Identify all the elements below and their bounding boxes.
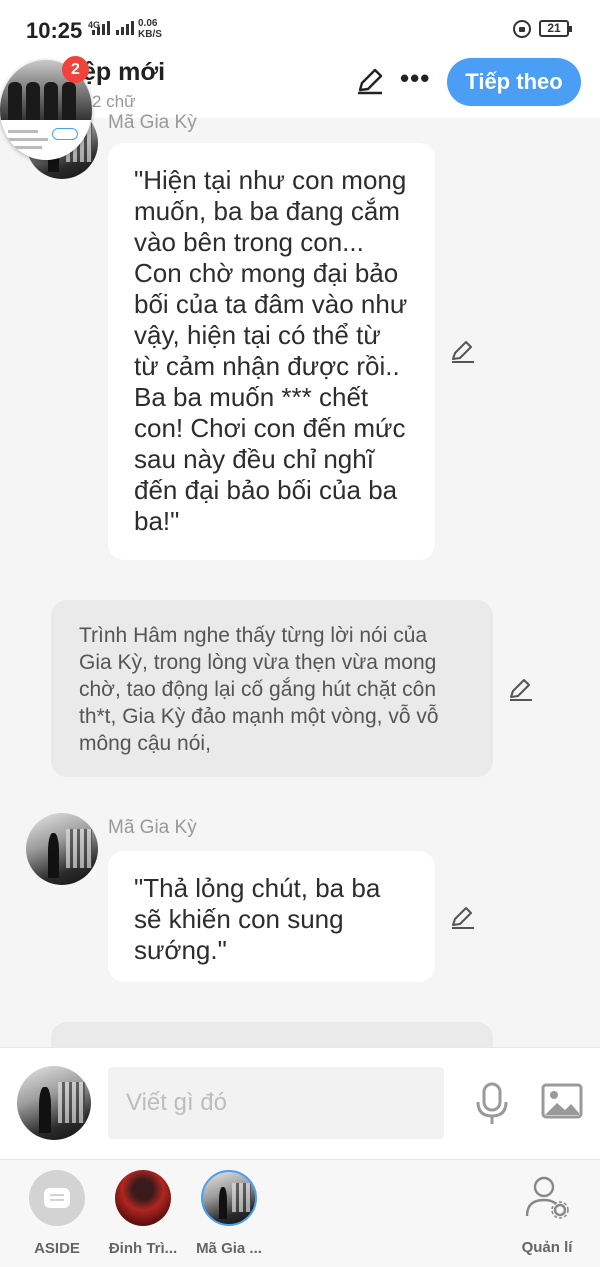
- microphone-icon[interactable]: [474, 1082, 510, 1126]
- signal-icon: [92, 21, 110, 35]
- next-button[interactable]: Tiếp theo: [447, 58, 581, 106]
- notification-badge: 2: [62, 56, 89, 83]
- aside-icon: [29, 1170, 85, 1226]
- nav-label: Đinh Trì...: [108, 1240, 178, 1257]
- rotation-lock-icon: [513, 20, 531, 38]
- character-name: Mã Gia Kỳ: [108, 112, 197, 133]
- edit-narration-icon[interactable]: [508, 676, 534, 702]
- more-icon[interactable]: •••: [400, 65, 430, 91]
- nav-label: ASIDE: [34, 1240, 80, 1257]
- signal-icon-2: [116, 21, 134, 35]
- character-nav: ASIDE Đinh Trì... Mã Gia ... Quản lí: [0, 1159, 600, 1267]
- current-character-avatar[interactable]: [17, 1066, 91, 1140]
- nav-item-dinh-trinh[interactable]: Đinh Trì...: [93, 1170, 193, 1257]
- image-icon[interactable]: [541, 1083, 583, 1119]
- manage-user-icon: [525, 1176, 569, 1219]
- nav-item-ma-gia-ky[interactable]: Mã Gia ...: [179, 1170, 279, 1257]
- status-bar: 10:25 4G 0.06 KB/S 21: [0, 0, 600, 56]
- character-name: Mã Gia Kỳ: [108, 817, 197, 838]
- network-speed: 0.06 KB/S: [138, 18, 162, 40]
- edit-icon[interactable]: [355, 66, 385, 96]
- status-time: 10:25: [26, 18, 83, 43]
- input-bar: [0, 1047, 600, 1159]
- word-count: 2 chữ: [92, 92, 136, 111]
- message-bubble[interactable]: "Hiện tại như con mong muốn, ba ba đang …: [108, 143, 435, 560]
- message-bubble[interactable]: "Thả lỏng chút, ba ba sẽ khiến con sung …: [108, 851, 435, 982]
- edit-message-icon[interactable]: [450, 904, 476, 930]
- preview-card: [0, 120, 92, 160]
- character-avatar: [115, 1170, 171, 1226]
- nav-item-aside[interactable]: ASIDE: [7, 1170, 107, 1257]
- nav-item-manage[interactable]: Quản lí: [497, 1170, 597, 1256]
- narration-bubble[interactable]: Trình Hâm nghe thấy từng lời nói của Gia…: [51, 600, 493, 777]
- message-input[interactable]: [108, 1067, 444, 1139]
- nav-label: Quản lí: [521, 1239, 573, 1256]
- nav-label: Mã Gia ...: [196, 1240, 262, 1257]
- page-title: ệp mới: [82, 58, 166, 86]
- battery-icon: 21: [539, 20, 572, 37]
- character-avatar: [201, 1170, 257, 1226]
- edit-message-icon[interactable]: [450, 338, 476, 364]
- avatar[interactable]: [26, 813, 98, 885]
